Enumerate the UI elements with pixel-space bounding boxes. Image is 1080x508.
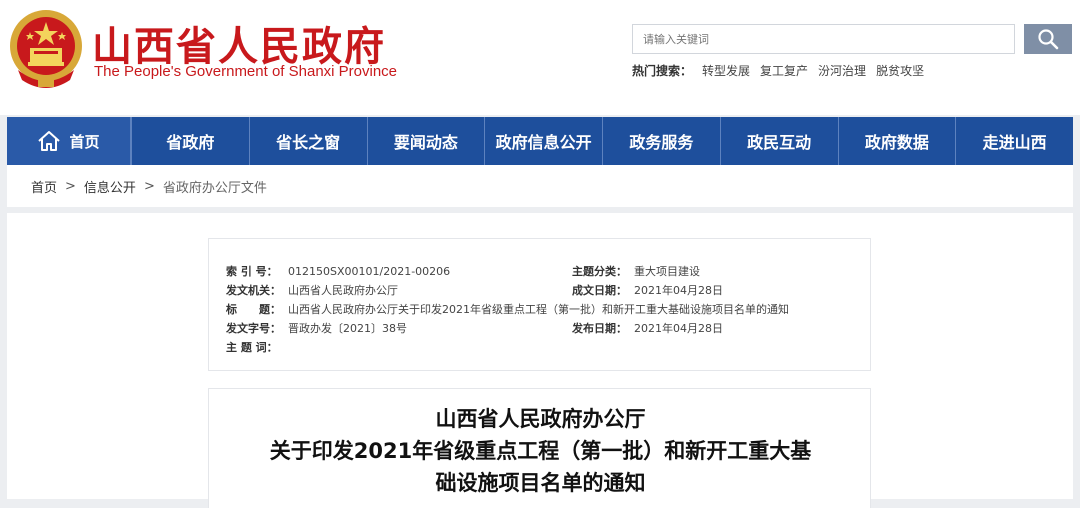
breadcrumb-link-home[interactable]: 首页 <box>31 177 57 196</box>
meta-docno-value: 晋政办发〔2021〕38号 <box>288 322 407 335</box>
meta-index-value: 012150SX00101/2021-00206 <box>288 265 451 278</box>
nav-item-provincial-government[interactable]: 省政府 <box>131 117 249 165</box>
home-icon <box>38 131 61 151</box>
nav-item-home[interactable]: 首页 <box>7 117 131 165</box>
main-navigation: 首页 省政府 省长之窗 要闻动态 政府信息公开 政务服务 政民互动 政府数据 走… <box>7 117 1073 165</box>
site-header: 山西省人民政府 The People's Government of Shanx… <box>0 0 1080 115</box>
national-emblem-icon <box>10 10 82 88</box>
breadcrumb-separator: > <box>65 178 76 194</box>
meta-category-value: 重大项目建设 <box>634 265 700 278</box>
meta-issuer-value: 山西省人民政府办公厅 <box>288 284 398 297</box>
site-subtitle-english: The People's Government of Shanxi Provin… <box>94 63 398 80</box>
breadcrumb: 首页 > 信息公开 > 省政府办公厅文件 <box>7 165 1073 207</box>
meta-docno-row: 发文字号： 晋政办发〔2021〕38号 <box>226 320 407 336</box>
hot-search-bar: 热门搜索： 转型发展 复工复产 汾河治理 脱贫攻坚 <box>632 62 924 79</box>
breadcrumb-current[interactable]: 省政府办公厅文件 <box>163 177 267 196</box>
breadcrumb-separator: > <box>143 178 155 194</box>
meta-published-row: 发布日期： 2021年04月28日 <box>572 320 723 336</box>
meta-keywords-row: 主 题 词： <box>226 339 288 355</box>
hot-search-link[interactable]: 转型发展 <box>702 62 750 79</box>
nav-item-government-data[interactable]: 政府数据 <box>837 117 956 165</box>
nav-item-public-interaction[interactable]: 政民互动 <box>719 117 838 165</box>
nav-item-governor-window[interactable]: 省长之窗 <box>248 117 367 165</box>
meta-created-value: 2021年04月28日 <box>634 284 723 297</box>
search-input[interactable] <box>632 24 1015 54</box>
meta-category-label: 主题分类： <box>572 265 627 278</box>
hot-search-link[interactable]: 脱贫攻坚 <box>876 62 924 79</box>
meta-index-row: 索 引 号： 012150SX00101/2021-00206 <box>226 263 450 279</box>
meta-title-row: 标 题： 山西省人民政府办公厅关于印发2021年省级重点工程（第一批）和新开工重大… <box>226 301 789 317</box>
hot-search-link[interactable]: 复工复产 <box>760 62 808 79</box>
meta-category-row: 主题分类： 重大项目建设 <box>572 263 700 279</box>
nav-item-news[interactable]: 要闻动态 <box>366 117 485 165</box>
document-title-line: 山西省人民政府办公厅 <box>435 407 646 431</box>
document-metadata-panel: 索 引 号： 012150SX00101/2021-00206 主题分类： 重大项目… <box>208 238 871 371</box>
meta-keywords-label: 主 题 词： <box>226 341 278 354</box>
nav-item-government-services[interactable]: 政务服务 <box>602 117 720 165</box>
breadcrumb-link-info-disclosure[interactable]: 信息公开 <box>84 177 136 196</box>
content-area: 索 引 号： 012150SX00101/2021-00206 主题分类： 重大项目… <box>7 213 1073 508</box>
meta-created-row: 成文日期： 2021年04月28日 <box>572 282 723 298</box>
meta-index-label: 索 引 号： <box>226 265 278 278</box>
hot-search-link[interactable]: 汾河治理 <box>818 62 866 79</box>
meta-docno-label: 发文字号： <box>226 322 281 335</box>
search-icon <box>1038 29 1059 50</box>
document-body: 山西省人民政府办公厅 关于印发2021年省级重点工程（第一批）和新开工重大基 础… <box>208 388 871 508</box>
nav-item-information-disclosure[interactable]: 政府信息公开 <box>484 117 602 165</box>
meta-title-label: 标 题： <box>226 303 281 316</box>
meta-published-value: 2021年04月28日 <box>634 322 723 335</box>
document-title-line: 础设施项目名单的通知 <box>435 471 646 495</box>
meta-issuer-label: 发文机关： <box>226 284 281 297</box>
meta-issuer-row: 发文机关： 山西省人民政府办公厅 <box>226 282 398 298</box>
meta-created-label: 成文日期： <box>572 284 627 297</box>
document-title-line: 关于印发2021年省级重点工程（第一批）和新开工重大基 <box>269 439 812 463</box>
nav-item-about-shanxi[interactable]: 走进山西 <box>955 117 1073 165</box>
meta-title-value: 山西省人民政府办公厅关于印发2021年省级重点工程（第一批）和新开工重大基础设施… <box>288 303 789 316</box>
hot-search-label: 热门搜索： <box>632 64 693 78</box>
meta-published-label: 发布日期： <box>572 322 627 335</box>
nav-home-label: 首页 <box>69 132 100 151</box>
document-title: 山西省人民政府办公厅 关于印发2021年省级重点工程（第一批）和新开工重大基 础… <box>209 403 872 499</box>
search-button[interactable] <box>1024 24 1072 54</box>
